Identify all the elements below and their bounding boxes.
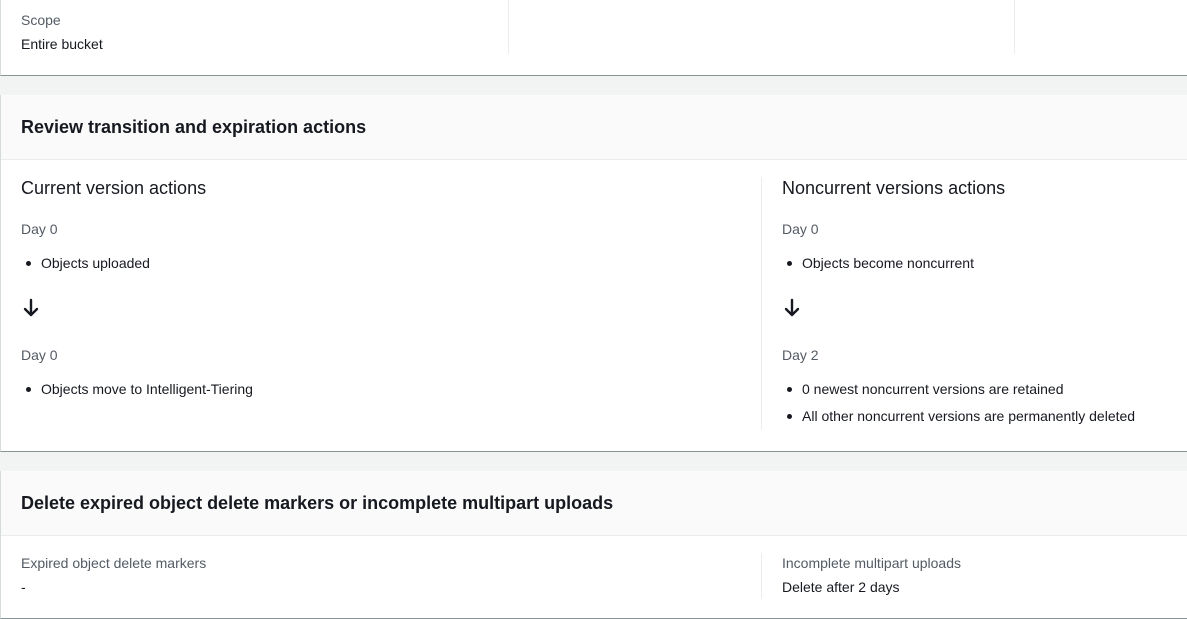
noncurrent-step-2-list: 0 newest noncurrent versions are retaine…	[782, 380, 1135, 434]
delete-markers-header: Delete expired object delete markers or …	[1, 471, 1187, 536]
list-item: 0 newest noncurrent versions are retaine…	[782, 380, 1135, 407]
list-item: Objects move to Intelligent-Tiering	[21, 380, 253, 407]
review-actions-header: Review transition and expiration actions	[1, 95, 1187, 160]
noncurrent-step-2-day: Day 2	[782, 347, 819, 363]
list-item: Objects become noncurrent	[782, 254, 974, 281]
current-step-1-day: Day 0	[21, 221, 58, 237]
review-actions-panel: Review transition and expiration actions…	[0, 95, 1187, 452]
column-divider	[1014, 0, 1015, 54]
incomplete-uploads-label: Incomplete multipart uploads	[782, 555, 961, 571]
delete-markers-panel: Delete expired object delete markers or …	[0, 471, 1187, 619]
noncurrent-step-1-list: Objects become noncurrent	[782, 254, 974, 281]
expired-markers-label: Expired object delete markers	[21, 555, 207, 571]
column-divider	[761, 177, 762, 430]
scope-value: Entire bucket	[21, 36, 103, 52]
expired-markers-value: -	[21, 579, 26, 595]
current-step-2-list: Objects move to Intelligent-Tiering	[21, 380, 253, 407]
review-actions-title: Review transition and expiration actions	[21, 116, 367, 137]
delete-markers-title: Delete expired object delete markers or …	[21, 492, 614, 513]
current-step-2-day: Day 0	[21, 347, 58, 363]
scope-panel: Scope Entire bucket	[0, 0, 1187, 76]
current-step-1-list: Objects uploaded	[21, 254, 150, 281]
column-divider	[508, 0, 509, 54]
noncurrent-versions-title: Noncurrent versions actions	[782, 178, 1006, 198]
list-item: Objects uploaded	[21, 254, 150, 281]
current-version-title: Current version actions	[21, 178, 207, 198]
incomplete-uploads-value: Delete after 2 days	[782, 579, 900, 595]
column-divider	[761, 553, 762, 599]
list-item: All other noncurrent versions are perman…	[782, 407, 1135, 434]
noncurrent-step-1-day: Day 0	[782, 221, 819, 237]
scope-label: Scope	[21, 12, 61, 28]
arrow-down-icon	[23, 298, 39, 317]
arrow-down-icon	[784, 298, 800, 317]
